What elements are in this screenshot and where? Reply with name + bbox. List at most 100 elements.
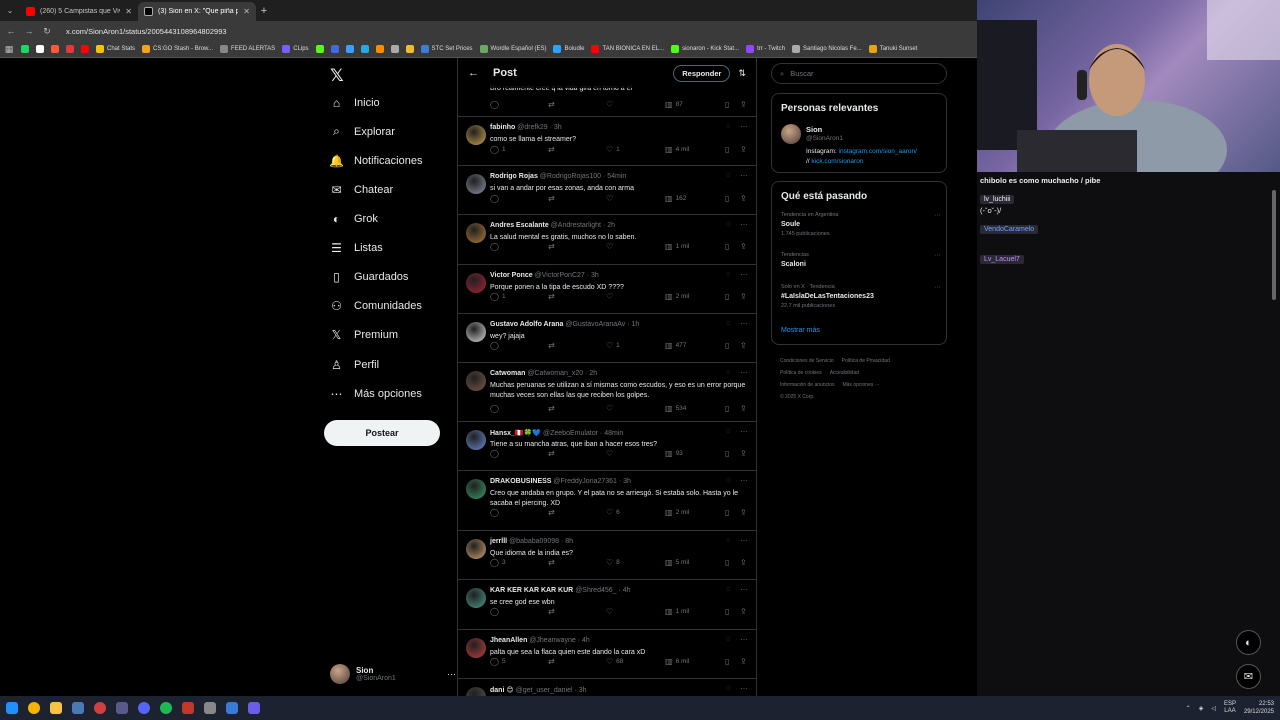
bookmark-icon[interactable]: ▯ [725,100,729,109]
app-icon[interactable] [226,702,238,714]
like-icon[interactable]: ♡ [606,194,616,203]
like-icon[interactable]: ♡ [606,242,616,251]
avatar[interactable] [466,273,486,293]
share-icon[interactable]: ⇪ [740,100,747,109]
app-icon[interactable] [204,702,216,714]
bookmark-item[interactable] [405,45,414,53]
footer-link[interactable]: Accesibilidad [830,370,859,376]
instagram-link[interactable]: instagram.com/sion_aaron/ [839,148,917,155]
back-icon[interactable]: ← [6,26,16,36]
repost-icon[interactable]: ⇄ [548,341,555,350]
bookmark-item[interactable]: trr - Twitch [746,45,785,53]
nav-item-guardados[interactable]: ▯ Guardados [330,270,408,284]
more-icon[interactable]: ··· [740,220,748,229]
footer-link[interactable]: Información de anuncios [780,382,834,388]
forward-icon[interactable]: → [24,26,34,36]
like-icon[interactable]: ♡ [606,292,616,301]
bookmark-item[interactable]: sionaron - Kick Stat... [671,45,739,53]
language-indicator[interactable]: ESP LAA [1224,701,1236,715]
footer-link[interactable]: Política de cookies [780,370,822,376]
like-icon[interactable]: ♡ 68 [606,657,623,666]
bookmark-item[interactable] [390,45,399,53]
author-name[interactable]: JheanAllen [490,637,527,644]
bookmark-item[interactable] [66,45,74,53]
like-icon[interactable]: ♡ [606,100,613,109]
share-icon[interactable]: ⇪ [740,449,747,458]
chat-scrollbar[interactable] [1272,190,1276,300]
author-name[interactable]: Rodrigo Rojas [490,173,538,180]
url-field[interactable]: x.com/SionAron1/status/20054431089648029… [66,27,227,36]
like-icon[interactable]: ♡ 8 [606,558,620,567]
file-explorer-icon[interactable] [50,702,62,714]
reload-icon[interactable]: ↻ [42,26,52,37]
more-icon[interactable]: ··· [740,270,748,279]
bookmark-icon[interactable]: ▯ [725,292,729,301]
bookmark-icon[interactable]: ▯ [725,508,729,517]
more-icon[interactable]: ··· [740,122,748,131]
author-name[interactable]: jerrlll [490,538,507,545]
more-icon[interactable]: ··· [934,212,941,219]
bookmark-item[interactable] [360,45,369,53]
browser-tab-youtube[interactable]: (260) 5 Campistas que Vivieron... ✕ [20,2,138,21]
reply-tweet[interactable]: jerrlll @bababa09098 · 8h ◌ ··· Que idioma … [458,531,756,580]
more-icon[interactable]: ··· [740,427,748,436]
bookmark-item[interactable]: Santiago Nicolas Fe... [791,45,862,53]
app-icon[interactable] [182,702,194,714]
like-icon[interactable]: ♡ 1 [606,341,620,350]
filter-icon[interactable]: ⇅ [738,68,746,79]
reply-tweet[interactable]: DRAKOBUSINESS @FreddyJona27361 · 3h ◌ ··· C… [458,471,756,531]
grok-icon[interactable]: ◌ [726,477,730,484]
more-icon[interactable]: ··· [740,476,748,485]
views-icon[interactable]: ▥ 87 [665,100,683,109]
nav-item-chatear[interactable]: ✉ Chatear [330,183,393,197]
author-name[interactable]: Gustavo Adolfo Arana [490,321,563,328]
repost-icon[interactable]: ⇄ [548,449,555,458]
grok-icon[interactable]: ◌ [726,123,730,130]
chrome-icon[interactable] [28,702,40,714]
share-icon[interactable]: ⇪ [740,607,747,616]
chat-username[interactable]: VendoCaramelo [980,225,1039,234]
account-switcher[interactable]: Sion @SionAron1 ··· [330,662,456,686]
reply-icon[interactable]: ◯ [490,242,502,251]
bookmark-icon[interactable]: ▯ [725,341,729,350]
grok-icon[interactable]: ◌ [726,320,730,327]
nav-item-perfil[interactable]: ♙ Perfil [330,358,379,372]
share-icon[interactable]: ⇪ [740,404,747,413]
avatar[interactable] [466,223,486,243]
footer-link[interactable]: © 2025 X Corp. [780,394,815,400]
repost-icon[interactable]: ⇄ [548,292,555,301]
nav-item-premium[interactable]: 𝕏 Premium [330,328,398,342]
avatar[interactable] [466,479,486,499]
bookmark-item[interactable] [81,45,89,53]
like-icon[interactable]: ♡ [606,607,616,616]
grok-icon[interactable]: ◌ [726,636,730,643]
bookmark-item[interactable]: CLips [282,45,309,53]
reply-icon[interactable]: ◯ [490,607,502,616]
avatar[interactable] [466,125,486,145]
footer-link[interactable]: Política de Privacidad [842,358,890,364]
x-logo-icon[interactable]: 𝕏 [330,66,344,86]
avatar[interactable] [466,687,486,696]
more-icon[interactable]: ··· [740,171,748,180]
avatar[interactable] [466,588,486,608]
reply-tweet[interactable]: Gustavo Adolfo Arana @GustavoAranaAv · 1… [458,314,756,363]
reply-icon[interactable]: ◯ [490,449,502,458]
bookmark-item[interactable]: STC Set Prices [420,45,473,53]
views-icon[interactable]: ▥ 477 [665,341,686,350]
author-name[interactable]: Andres Escalante [490,222,549,229]
views-icon[interactable]: ▥ 2 mil [665,292,689,301]
reply-tweet[interactable]: Hansx_🇵🇪🍀💙 @ZeeboEmulator · 48min ◌ ··· Tie… [458,422,756,471]
nav-item-explorar[interactable]: ⌕ Explorar [330,124,395,138]
clock[interactable]: 22:53 29/12/2025 [1244,700,1274,716]
author-name[interactable]: Hansx_🇵🇪🍀💙 [490,430,541,437]
author-name[interactable]: DRAKOBUSINESS [490,478,551,485]
grok-icon[interactable]: ◌ [726,428,730,435]
share-icon[interactable]: ⇪ [740,341,747,350]
grok-icon[interactable]: ◌ [726,685,730,692]
grok-icon[interactable]: ◌ [726,271,730,278]
reply-tweet[interactable]: Catwoman @Catwoman_x20 · 2h ◌ ··· Muchas pe… [458,363,756,422]
volume-icon[interactable]: ◁ [1211,705,1216,712]
repost-icon[interactable]: ⇄ [548,558,555,567]
avatar[interactable] [466,638,486,658]
like-icon[interactable]: ♡ 1 [606,145,620,154]
